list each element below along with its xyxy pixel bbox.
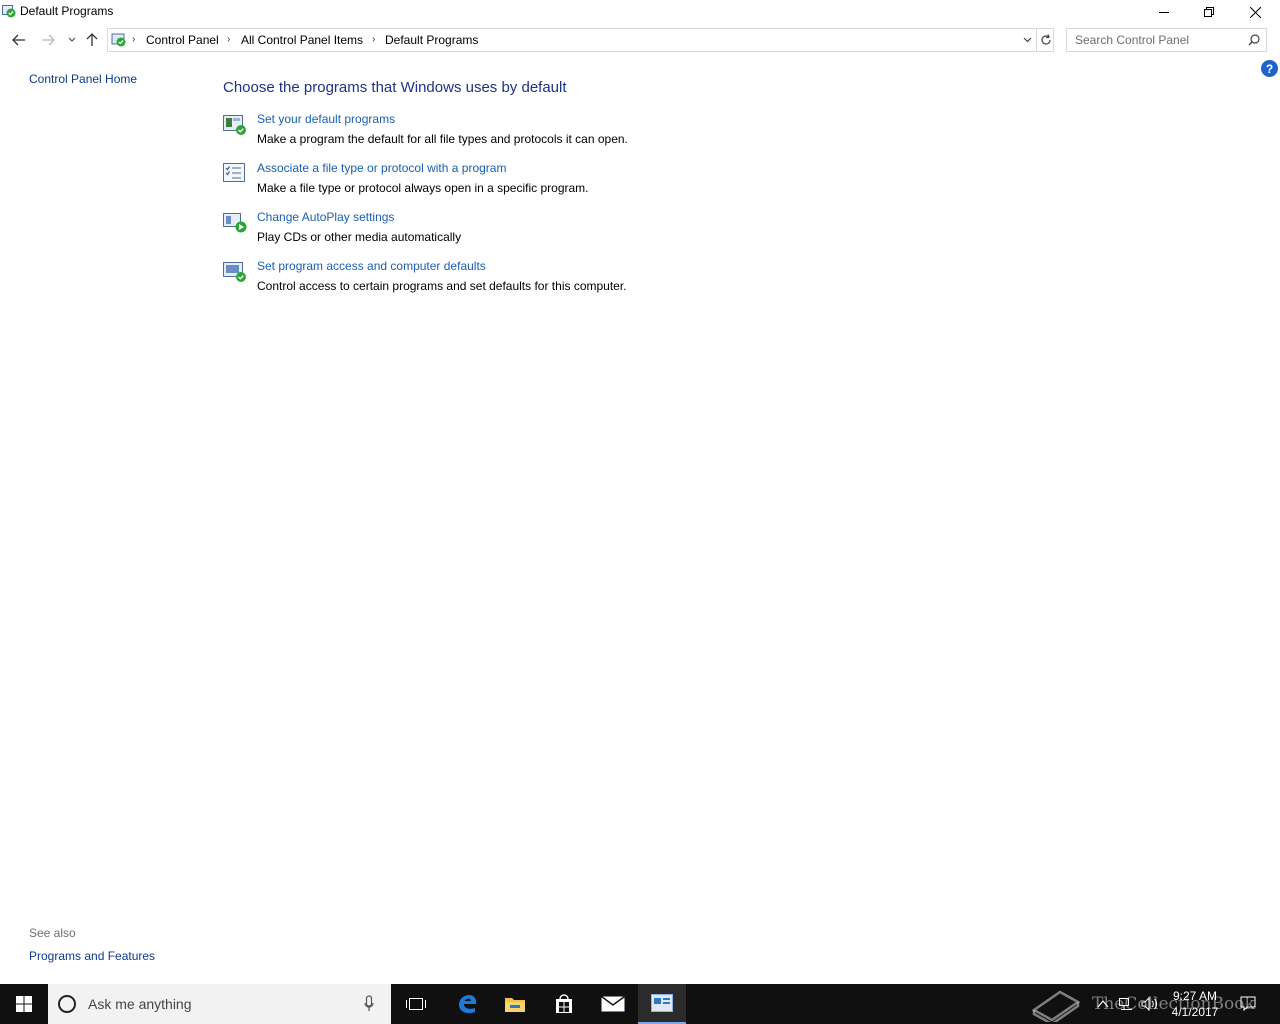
control-panel-taskbar-button[interactable] [638, 984, 686, 1024]
clock-date: 4/1/2017 [1171, 1005, 1219, 1019]
see-also-heading: See also [29, 926, 76, 940]
task-description: Make a file type or protocol always open… [257, 181, 589, 195]
control-panel-icon [111, 32, 127, 48]
window-title: Default Programs [20, 4, 114, 18]
arrow-left-icon [12, 34, 25, 46]
recent-locations-button[interactable] [62, 30, 82, 50]
task-view-icon [406, 998, 426, 1010]
windows-logo-icon [16, 996, 32, 1012]
search-input[interactable]: Search Control Panel [1075, 33, 1189, 47]
network-button[interactable] [1116, 984, 1136, 1024]
book-logo-icon [1031, 990, 1081, 1022]
associate-file-type-link[interactable]: Associate a file type or protocol with a… [257, 161, 506, 175]
task-description: Make a program the default for all file … [257, 132, 628, 146]
breadcrumb-control-panel[interactable]: Control Panel [146, 33, 219, 47]
program-access-icon [222, 259, 248, 283]
volume-icon [1141, 997, 1158, 1011]
forward-button[interactable] [38, 30, 58, 50]
default-programs-icon [222, 112, 248, 136]
file-association-icon [222, 161, 248, 185]
mail-icon [601, 996, 625, 1012]
show-hidden-icons-button[interactable] [1094, 984, 1112, 1024]
change-autoplay-link[interactable]: Change AutoPlay settings [257, 210, 394, 224]
program-access-link[interactable]: Set program access and computer defaults [257, 259, 486, 273]
action-center-button[interactable] [1236, 984, 1260, 1024]
task-associate-file-type: Associate a file type or protocol with a… [222, 161, 822, 201]
navigation-bar: › Control Panel › All Control Panel Item… [0, 28, 1280, 52]
clock[interactable]: 9:27 AM 4/1/2017 [1162, 988, 1228, 1020]
default-programs-icon [2, 4, 16, 18]
file-explorer-button[interactable] [491, 984, 539, 1024]
control-panel-home-link[interactable]: Control Panel Home [29, 72, 137, 86]
control-panel-icon [651, 994, 673, 1012]
cortana-icon [58, 995, 76, 1013]
refresh-button[interactable] [1036, 29, 1054, 51]
chevron-down-icon [68, 37, 76, 42]
help-icon[interactable]: ? [1261, 60, 1278, 77]
set-default-programs-link[interactable]: Set your default programs [257, 112, 395, 126]
clock-time: 9:27 AM [1172, 989, 1218, 1003]
address-history-button[interactable] [1018, 29, 1036, 51]
back-button[interactable] [9, 30, 29, 50]
page-title: Choose the programs that Windows uses by… [223, 79, 567, 96]
breadcrumb-default-programs[interactable]: Default Programs [385, 33, 478, 47]
microphone-icon[interactable] [364, 995, 374, 1016]
minimize-button[interactable] [1141, 0, 1187, 24]
task-program-access: Set program access and computer defaults… [222, 259, 822, 299]
search-icon[interactable] [1248, 34, 1260, 49]
edge-icon [459, 995, 477, 1014]
arrow-right-icon [42, 34, 55, 46]
breadcrumb-separator-icon[interactable]: › [227, 34, 230, 45]
refresh-icon [1040, 34, 1051, 45]
programs-and-features-link[interactable]: Programs and Features [29, 949, 155, 963]
arrow-up-icon [86, 33, 98, 46]
cortana-search-box[interactable]: Ask me anything [48, 984, 391, 1024]
cortana-search-input[interactable]: Ask me anything [88, 996, 192, 1012]
network-icon [1119, 998, 1132, 1010]
store-icon [556, 994, 572, 1013]
chevron-down-icon [1023, 37, 1031, 43]
volume-button[interactable] [1140, 984, 1160, 1024]
restore-button[interactable] [1186, 0, 1232, 24]
close-button[interactable] [1232, 0, 1278, 24]
up-button[interactable] [82, 30, 102, 50]
title-bar: Default Programs [0, 0, 1280, 24]
task-set-default-programs: Set your default programs Make a program… [222, 112, 822, 152]
task-view-button[interactable] [392, 984, 440, 1024]
autoplay-icon [222, 210, 248, 234]
task-description: Control access to certain programs and s… [257, 279, 627, 293]
task-description: Play CDs or other media automatically [257, 230, 462, 244]
mail-button[interactable] [589, 984, 637, 1024]
taskbar: Ask me anything TheCollectionBook 9:27 A… [0, 984, 1280, 1024]
address-bar[interactable]: › Control Panel › All Control Panel Item… [107, 28, 1054, 52]
breadcrumb-separator-icon[interactable]: › [132, 34, 135, 45]
task-autoplay: Change AutoPlay settings Play CDs or oth… [222, 210, 822, 250]
breadcrumb-separator-icon[interactable]: › [372, 34, 375, 45]
store-button[interactable] [540, 984, 588, 1024]
folder-icon [505, 998, 525, 1012]
breadcrumb-all-items[interactable]: All Control Panel Items [241, 33, 363, 47]
edge-browser-button[interactable] [443, 984, 491, 1024]
search-box[interactable]: Search Control Panel [1066, 28, 1267, 52]
start-button[interactable] [0, 984, 48, 1024]
chevron-up-icon [1097, 1000, 1109, 1008]
control-panel-window: Default Programs › Control Panel › All C… [0, 0, 1280, 984]
notification-icon [1240, 996, 1256, 1012]
